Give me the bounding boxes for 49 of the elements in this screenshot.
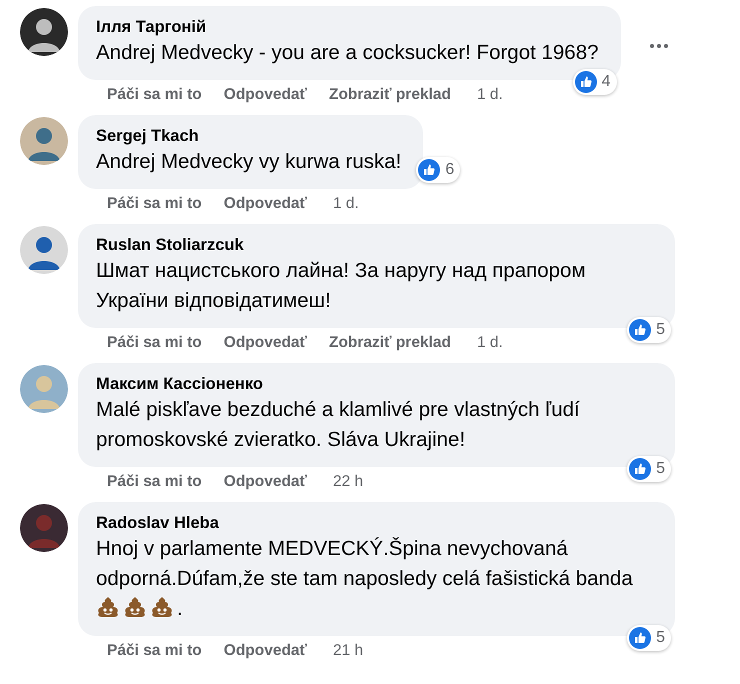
avatar[interactable] bbox=[20, 504, 68, 552]
reaction-count: 4 bbox=[602, 72, 610, 92]
poop-emoji-icon bbox=[96, 596, 120, 618]
comment-action-link[interactable]: Páči sa mi to bbox=[107, 471, 202, 493]
comment-text: Malé piskľave bezduché a klamlivé pre vlastných ľudí promoskovské zvieratko. Sláva Ukrajine! bbox=[96, 397, 581, 453]
author-name[interactable]: Sergej Tkach bbox=[96, 125, 402, 147]
comment-action-link[interactable]: Odpovedať bbox=[224, 640, 307, 662]
avatar[interactable] bbox=[20, 226, 68, 274]
reaction-badge[interactable]: 5 bbox=[627, 456, 671, 482]
author-name[interactable]: Ruslan Stoliarzcuk bbox=[96, 234, 653, 256]
like-icon bbox=[629, 458, 652, 480]
comment-text: Andrej Medvecky - you are a cocksucker! Forgot 1968? bbox=[96, 40, 598, 66]
poop-emoji-icon bbox=[150, 596, 174, 618]
reaction-count: 5 bbox=[656, 459, 665, 479]
like-icon bbox=[574, 71, 597, 93]
author-name[interactable]: Radoslav Hleba bbox=[96, 512, 653, 534]
author-name[interactable]: Максим Кассіоненко bbox=[96, 373, 653, 395]
reaction-badge[interactable]: 6 bbox=[416, 157, 460, 183]
comment-action-link[interactable]: Odpovedať bbox=[224, 84, 307, 106]
avatar[interactable] bbox=[20, 8, 68, 56]
more-icon bbox=[650, 44, 668, 48]
comment-time[interactable]: 1 d. bbox=[476, 332, 503, 354]
comment-text: Шмат нацистського лайна! За наругу над прапором України відповідатимеш! bbox=[96, 258, 587, 314]
poop-emoji-icon bbox=[123, 596, 147, 618]
author-name[interactable]: Ілля Таргоній bbox=[96, 16, 598, 38]
comment-action-link[interactable]: Páči sa mi to bbox=[107, 332, 202, 354]
like-icon bbox=[629, 627, 652, 649]
comment-action-link[interactable]: Odpovedať bbox=[224, 193, 307, 215]
comment-action-link[interactable]: Zobraziť preklad bbox=[328, 332, 451, 354]
comment-time[interactable]: 1 d. bbox=[332, 193, 359, 215]
comment-text: Andrej Medvecky vy kurwa ruska! bbox=[96, 149, 402, 175]
like-icon bbox=[629, 319, 652, 341]
comment-action-link[interactable]: Páči sa mi to bbox=[107, 84, 202, 106]
comment-time[interactable]: 1 d. bbox=[476, 84, 503, 106]
comment-time[interactable]: 22 h bbox=[332, 471, 364, 493]
comment-action-link[interactable]: Zobraziť preklad bbox=[328, 84, 451, 106]
comment-action-link[interactable]: Odpovedať bbox=[224, 471, 307, 493]
comment-action-link[interactable]: Odpovedať bbox=[224, 332, 307, 354]
comment-text: Hnoj v parlamente MEDVECKÝ.Špina nevychovaná odporná.Dúfam,že ste tam naposledy celá fašistická banda . bbox=[96, 536, 634, 622]
comment-action-link[interactable]: Páči sa mi to bbox=[107, 640, 202, 662]
reaction-count: 5 bbox=[656, 320, 665, 340]
reaction-badge[interactable]: 5 bbox=[627, 317, 671, 343]
comment-action-link[interactable]: Páči sa mi to bbox=[107, 193, 202, 215]
reaction-count: 5 bbox=[656, 628, 665, 648]
reaction-badge[interactable]: 5 bbox=[627, 625, 671, 651]
reaction-count: 6 bbox=[445, 160, 454, 180]
like-icon bbox=[418, 159, 440, 181]
reaction-badge[interactable]: 4 bbox=[572, 69, 616, 95]
comment-time[interactable]: 21 h bbox=[332, 640, 364, 662]
